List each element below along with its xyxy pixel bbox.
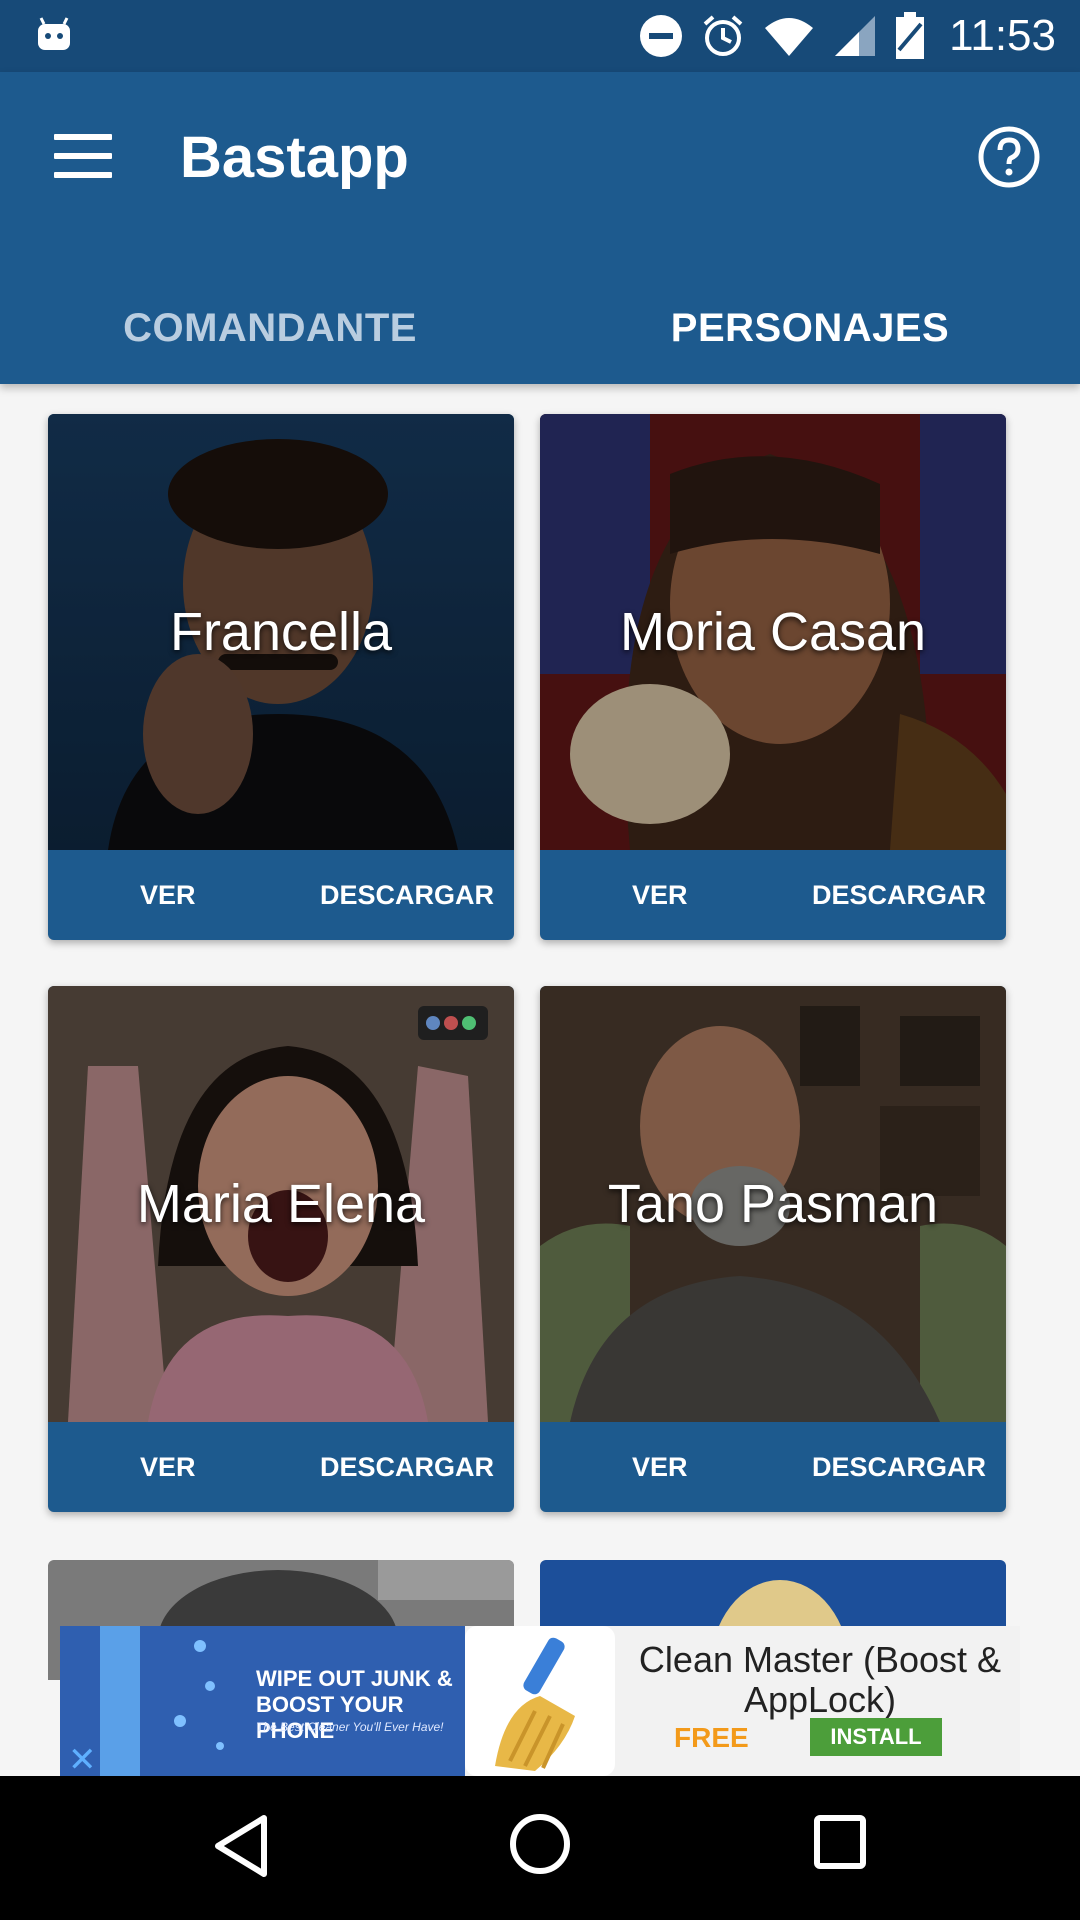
android-robot-icon <box>38 17 70 50</box>
character-photo[interactable]: Tano Pasman <box>540 986 1006 1422</box>
ver-button[interactable]: VER <box>140 880 196 911</box>
card-actions: VER DESCARGAR <box>540 1422 1006 1512</box>
tab-bar: COMANDANTE PERSONAJES <box>0 272 1080 384</box>
help-icon[interactable] <box>978 126 1040 188</box>
character-card: Francella VER DESCARGAR <box>48 414 514 940</box>
status-bar: 11:53 <box>0 0 1080 72</box>
ver-button[interactable]: VER <box>140 1452 196 1483</box>
descargar-button[interactable]: DESCARGAR <box>812 1452 986 1483</box>
alarm-icon <box>703 15 743 56</box>
character-photo[interactable]: Francella <box>48 414 514 850</box>
broom-icon <box>465 1626 615 1776</box>
system-nav-bar <box>0 1776 1080 1920</box>
character-name: Francella <box>169 602 393 662</box>
card-actions: VER DESCARGAR <box>48 850 514 940</box>
descargar-button[interactable]: DESCARGAR <box>320 880 494 911</box>
ad-price: FREE <box>674 1722 749 1753</box>
signal-icon <box>835 16 876 56</box>
ad-banner-tagline: The Best Cleaner You'll Ever Have! <box>256 1720 444 1734</box>
ad-close-icon[interactable]: ✕ <box>68 1740 97 1776</box>
character-photo[interactable]: Moria Casan <box>540 414 1006 850</box>
descargar-button[interactable]: DESCARGAR <box>812 880 986 911</box>
ad-promo-image[interactable]: WIPE OUT JUNK & BOOST YOUR PHONE The Bes… <box>60 1626 465 1776</box>
home-icon[interactable] <box>508 1812 572 1876</box>
ad-app-name: Clean Master (Boost & AppLock) <box>638 1639 1002 1720</box>
ad-banner-line2: BOOST YOUR PHONE <box>256 1692 404 1743</box>
ad-banner-line1: WIPE OUT JUNK & <box>256 1666 453 1691</box>
tab-comandante[interactable]: COMANDANTE <box>0 272 540 384</box>
ver-button[interactable]: VER <box>632 1452 688 1483</box>
back-icon[interactable] <box>212 1812 270 1880</box>
descargar-button[interactable]: DESCARGAR <box>320 1452 494 1483</box>
ver-button[interactable]: VER <box>632 880 688 911</box>
wifi-icon <box>765 18 814 56</box>
character-name: Maria Elena <box>136 1174 426 1234</box>
hamburger-menu-icon[interactable] <box>54 134 112 178</box>
card-actions: VER DESCARGAR <box>540 850 1006 940</box>
battery-icon <box>896 12 925 59</box>
ad-banner[interactable]: WIPE OUT JUNK & BOOST YOUR PHONE The Bes… <box>60 1626 1020 1776</box>
card-actions: VER DESCARGAR <box>48 1422 514 1512</box>
ad-install-button[interactable]: INSTALL <box>810 1718 942 1756</box>
character-name: Moria Casan <box>619 602 927 662</box>
clock-time: 11:53 <box>949 11 1056 60</box>
do-not-disturb-icon <box>640 15 683 57</box>
app-title: Bastapp <box>180 125 409 190</box>
character-card: Tano Pasman VER DESCARGAR <box>540 986 1006 1512</box>
character-card: Moria Casan VER DESCARGAR <box>540 414 1006 940</box>
character-photo[interactable]: Maria Elena <box>48 986 514 1422</box>
character-name: Tano Pasman <box>607 1174 939 1234</box>
character-card: Maria Elena VER DESCARGAR <box>48 986 514 1512</box>
tab-personajes[interactable]: PERSONAJES <box>540 272 1080 384</box>
recents-icon[interactable] <box>812 1812 868 1872</box>
app-bar: Bastapp COMANDANTE PERSONAJES <box>0 72 1080 384</box>
